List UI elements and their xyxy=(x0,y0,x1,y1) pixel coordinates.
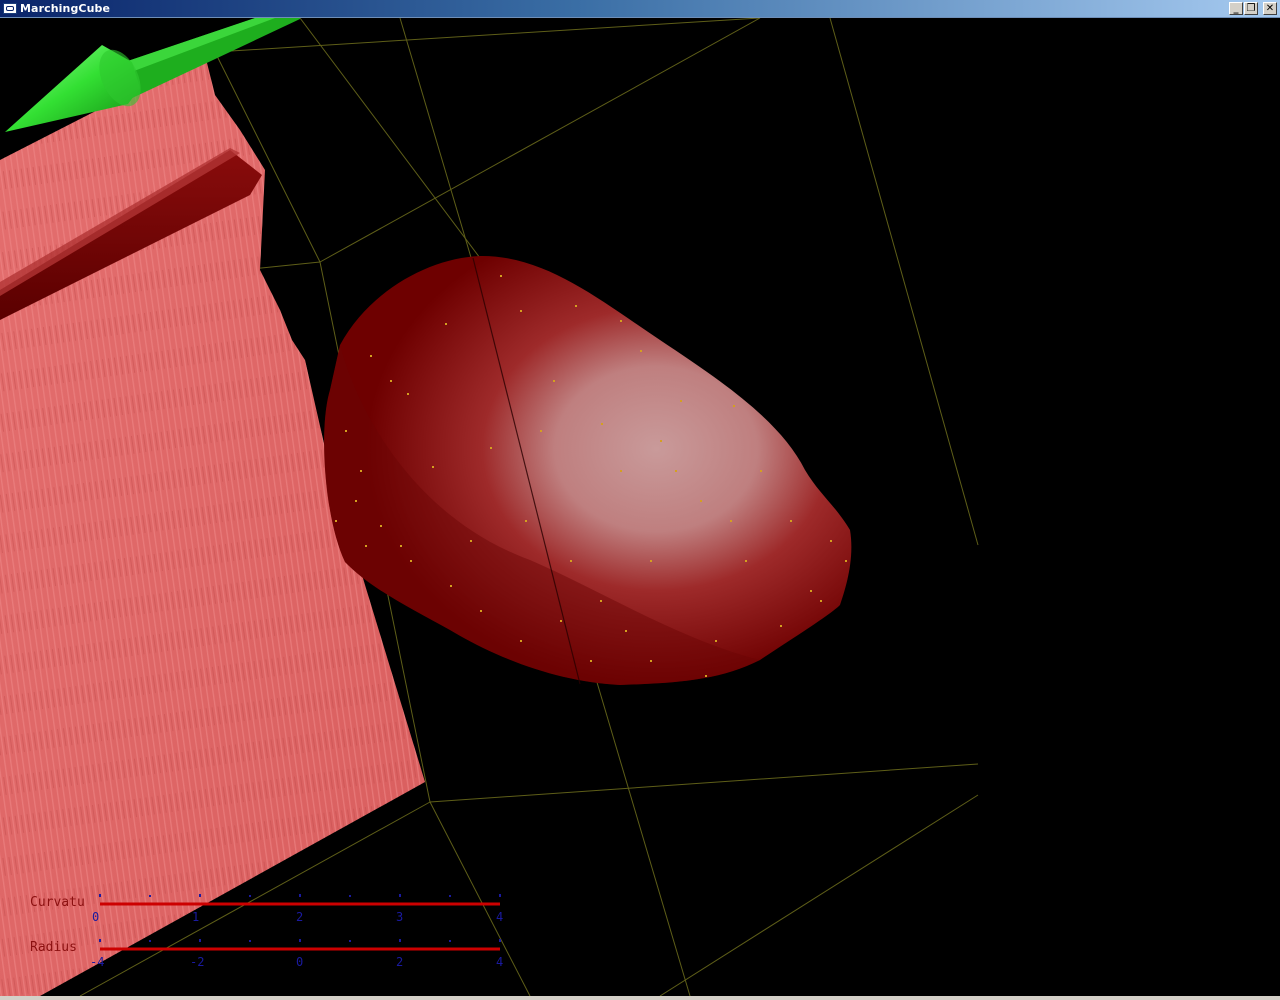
close-button[interactable]: ✕ xyxy=(1263,2,1277,15)
restore-button[interactable]: ❐ xyxy=(1244,2,1258,15)
legend-curvature-tick-4: 4 xyxy=(496,910,503,924)
3d-viewport[interactable]: Curvatu 0 1 2 3 4 Radius -4 -2 0 2 4 xyxy=(0,18,1280,996)
minimize-button[interactable]: _ xyxy=(1229,2,1243,15)
app-icon xyxy=(3,3,17,14)
legend-curvature-tick-0: 0 xyxy=(92,910,99,924)
window-bottom-border xyxy=(0,996,1280,1000)
window-title: MarchingCube xyxy=(20,2,111,15)
legend-radius-tick-1: -2 xyxy=(190,955,204,969)
legend-radius-label: Radius xyxy=(30,940,77,955)
legend-radius-tick-4: 4 xyxy=(496,955,503,969)
legend-curvature-tick-2: 2 xyxy=(296,910,303,924)
legend-radius-tick-2: 0 xyxy=(296,955,303,969)
legend-radius-tick-3: 2 xyxy=(396,955,403,969)
legend-radius-tick-0: -4 xyxy=(90,955,104,969)
legend-curvature-tick-3: 3 xyxy=(396,910,403,924)
window-titlebar[interactable]: MarchingCube _ ❐ ✕ xyxy=(0,0,1280,18)
legend-curvature-label: Curvatu xyxy=(30,895,85,910)
scene-canvas[interactable]: Curvatu 0 1 2 3 4 Radius -4 -2 0 2 4 xyxy=(0,18,1280,996)
legend-curvature-tick-1: 1 xyxy=(192,910,199,924)
legend-radius-ticks xyxy=(99,939,501,942)
isosurface-mesh xyxy=(324,255,852,685)
